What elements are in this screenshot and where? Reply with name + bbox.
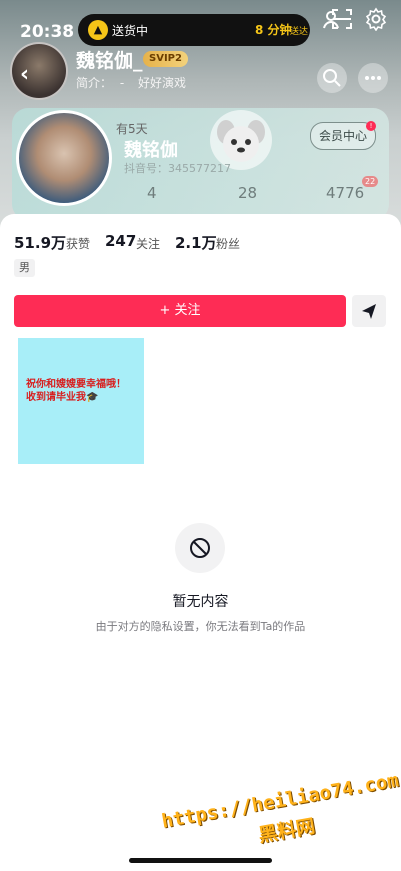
status-time: 20:38 [20,22,75,42]
profile-bio: 简介： - 好好演戏 [76,74,186,91]
vip-center-dot: ! [366,121,376,131]
avatar-large[interactable] [16,110,112,206]
card-days: 有5天 [116,122,148,136]
profile-name: 魏铭伽_ [76,50,143,72]
home-indicator[interactable] [129,858,272,863]
likes-label: 获赞 [66,237,91,251]
scan-icon[interactable] [330,7,354,31]
card-stat-3: 4776 [326,184,365,202]
post-caption-line2: 收到请毕业我🎓 [26,392,99,403]
avatar-small [10,42,68,100]
post-caption[interactable]: 祝你和嫂嫂要幸福哦！ 收到请毕业我🎓 [26,378,144,404]
following-label[interactable]: 关注 [136,235,160,252]
card-stat-badge: 22 [362,176,379,187]
forbidden-icon [175,523,225,573]
card-name: 魏铭伽 [124,140,178,161]
activity-text: 送货中 [112,24,149,38]
follow-button[interactable]: + 关注 [14,295,346,327]
eta-suffix: 送达 [290,27,309,37]
eta-text: 8 分钟 [255,23,292,37]
fans-label[interactable]: 粉丝 [216,235,240,252]
back-icon[interactable]: ‹ [20,62,29,87]
post-caption-line1: 祝你和嫂嫂要幸福哦！ [26,379,126,390]
douyin-id[interactable]: 抖音号：345577217 [124,160,231,176]
more-icon[interactable] [358,63,388,93]
following-count[interactable]: 247 [105,232,136,250]
delivery-icon: ▲ [88,20,108,40]
search-icon[interactable] [317,63,347,93]
svip-badge[interactable]: SVIP2 [143,51,188,67]
empty-title: 暂无内容 [172,594,229,610]
likes-count: 51.9万 [14,234,67,252]
card-stat-1: 4 [147,184,157,202]
bio-text: 好好演戏 [138,76,187,90]
gender-tag: 男 [14,259,35,277]
bio-prefix: 简介： [76,76,113,90]
fans-count[interactable]: 2.1万 [175,232,217,253]
settings-icon[interactable] [364,7,388,32]
card-stat-2: 28 [238,184,258,202]
empty-subtitle: 由于对方的隐私设置，你无法看到Ta的作品 [95,620,306,633]
send-icon[interactable] [352,295,386,327]
bio-separator: - [119,76,125,90]
